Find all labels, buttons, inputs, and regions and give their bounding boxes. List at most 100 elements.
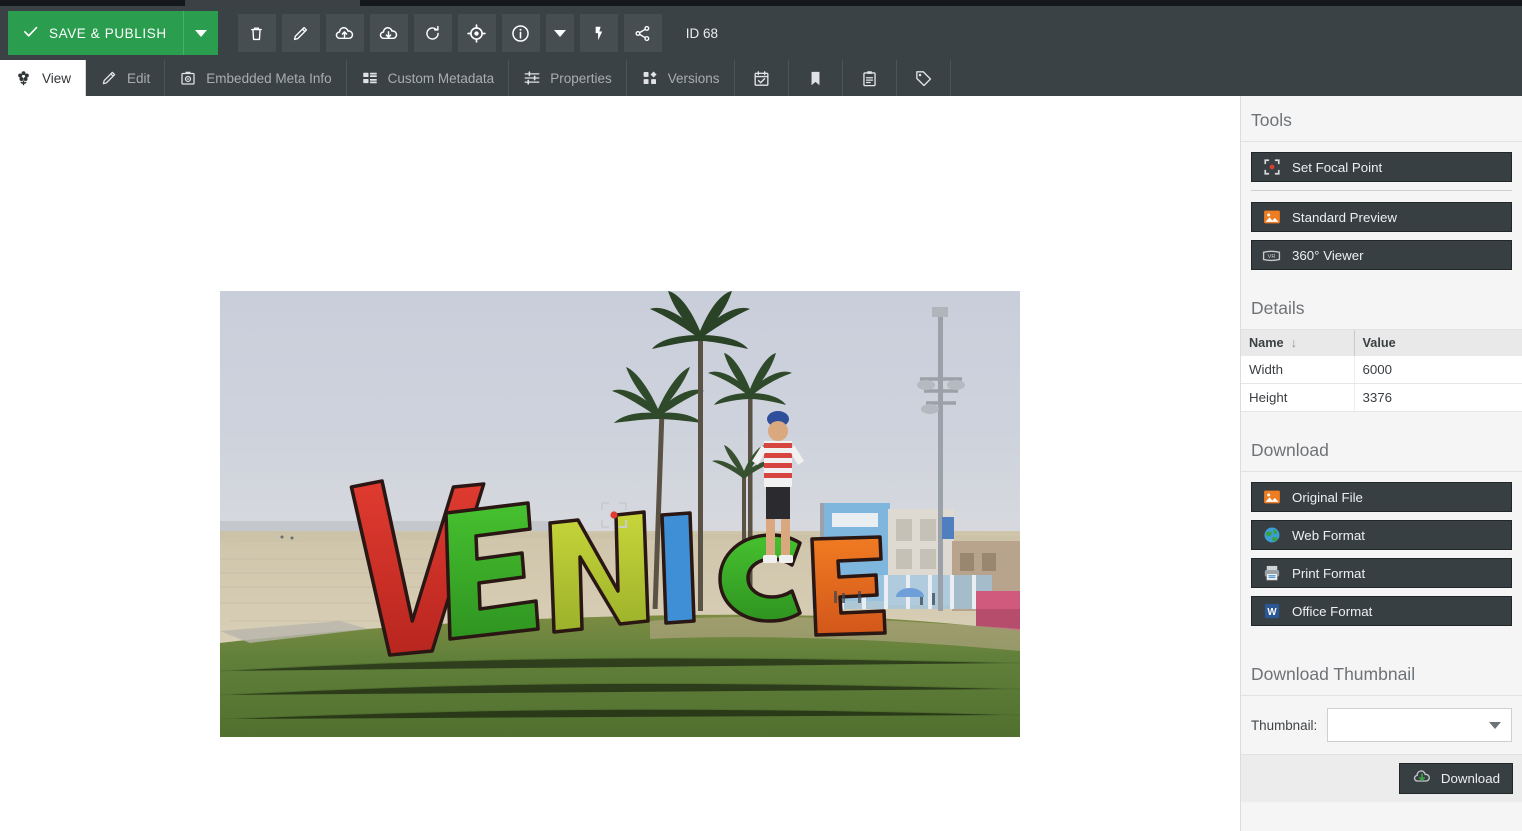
tools-section-title: Tools (1241, 96, 1522, 142)
vr-icon: VR (1262, 246, 1281, 265)
download-item-label: Web Format (1292, 527, 1365, 543)
save-publish-dropdown[interactable] (182, 11, 218, 55)
edit-button[interactable] (281, 14, 320, 52)
tab-label: Embedded Meta Info (206, 70, 332, 86)
custom-download-section-title: Custom Download (1241, 814, 1522, 831)
calendar-check-icon (752, 69, 771, 88)
tab-schedule[interactable] (735, 60, 789, 96)
pencil-icon (291, 24, 310, 43)
download-original-file-button[interactable]: Original File (1251, 482, 1512, 512)
upload-button[interactable] (325, 14, 364, 52)
thumbnail-field-label: Thumbnail: (1251, 717, 1318, 733)
cloud-upload-icon (334, 23, 355, 44)
details-col-value-label: Value (1362, 336, 1396, 350)
focal-point-button[interactable] (457, 14, 496, 52)
details-section-title: Details (1241, 284, 1522, 330)
cloud-download-icon (378, 23, 399, 44)
download-panel: Original File Web Format Print Format W … (1241, 472, 1522, 640)
details-table: Name ↓ Value Width 6000 Height 3376 (1241, 330, 1522, 412)
check-icon (22, 23, 39, 43)
image-orange-icon (1262, 488, 1281, 507)
details-col-value[interactable]: Value (1354, 330, 1522, 356)
tab-custom-metadata[interactable]: Custom Metadata (347, 60, 510, 96)
asset-preview[interactable] (220, 291, 1020, 737)
share-icon (633, 24, 652, 43)
flower-icon (14, 69, 33, 88)
camera-icon (179, 69, 197, 87)
details-col-name[interactable]: Name ↓ (1241, 330, 1355, 356)
viewer-360-label: 360° Viewer (1292, 247, 1364, 263)
asset-id-label: ID 68 (685, 25, 718, 41)
download-print-format-button[interactable]: Print Format (1251, 558, 1512, 588)
set-focal-point-label: Set Focal Point (1292, 159, 1383, 175)
download-office-format-button[interactable]: W Office Format (1251, 596, 1512, 626)
thumbnail-select[interactable] (1327, 708, 1512, 742)
svg-text:W: W (1267, 607, 1277, 618)
tab-notes[interactable] (843, 60, 897, 96)
save-publish-button[interactable]: SAVE & PUBLISH (8, 11, 183, 55)
preview-canvas (0, 96, 1240, 831)
globe-icon (1262, 526, 1281, 545)
download-section-title: Download (1241, 426, 1522, 472)
trash-icon (247, 24, 266, 43)
table-row: Height 3376 (1241, 383, 1522, 412)
detail-value: 3376 (1354, 383, 1522, 412)
tab-properties[interactable]: Properties (509, 60, 627, 96)
tab-versions[interactable]: Versions (627, 60, 735, 96)
svg-text:VR: VR (1267, 254, 1275, 260)
table-row: Width 6000 (1241, 356, 1522, 384)
download-thumbnail-button[interactable]: Download (1398, 763, 1513, 794)
cloud-download-green-icon (1412, 767, 1432, 790)
printer-icon (1262, 564, 1281, 583)
tab-label: Versions (667, 70, 720, 86)
info-button[interactable] (501, 14, 540, 52)
tab-edit[interactable]: Edit (86, 60, 166, 96)
save-publish-label: SAVE & PUBLISH (49, 25, 167, 41)
crosshair-icon (466, 23, 487, 44)
word-icon: W (1262, 602, 1281, 621)
download-item-label: Office Format (1292, 603, 1373, 619)
tab-bookmark[interactable] (789, 60, 843, 96)
asset-view-page: SAVE & PUBLISH ID 68 View Edit Embedded … (0, 0, 1522, 831)
download-web-format-button[interactable]: Web Format (1251, 520, 1512, 550)
reload-button[interactable] (413, 14, 452, 52)
asset-tab-bar: View Edit Embedded Meta Info Custom Meta… (0, 60, 1522, 96)
thumbnail-action-bar: Download (1241, 754, 1522, 802)
share-button[interactable] (623, 14, 662, 52)
chevron-down-icon (1489, 721, 1501, 729)
viewer-360-button[interactable]: VR 360° Viewer (1251, 240, 1512, 270)
tab-embedded-meta-info[interactable]: Embedded Meta Info (165, 60, 347, 96)
info-circle-icon (510, 23, 531, 44)
bookmark-icon (806, 69, 825, 88)
bolt-icon (589, 24, 608, 43)
save-publish-group: SAVE & PUBLISH (8, 11, 218, 55)
detail-name: Height (1241, 383, 1355, 412)
main-toolbar: SAVE & PUBLISH ID 68 (0, 6, 1522, 60)
sliders-icon (523, 69, 541, 87)
info-dropdown-button[interactable] (545, 14, 574, 52)
set-focal-point-button[interactable]: Set Focal Point (1251, 152, 1512, 182)
clipboard-list-icon (860, 69, 879, 88)
delete-button[interactable] (237, 14, 276, 52)
detail-name: Width (1241, 356, 1355, 384)
tab-label: Properties (550, 70, 612, 86)
tag-icon (914, 69, 933, 88)
refresh-icon (423, 24, 442, 43)
focal-point-icon (1262, 158, 1281, 177)
metadata-grid-icon (361, 69, 379, 87)
standard-preview-label: Standard Preview (1292, 209, 1397, 225)
chevron-down-icon (194, 29, 207, 37)
workflow-button[interactable] (579, 14, 618, 52)
tab-label: View (42, 70, 72, 86)
tab-label: Edit (127, 70, 151, 86)
standard-preview-button[interactable]: Standard Preview (1251, 202, 1512, 232)
detail-value: 6000 (1354, 356, 1522, 384)
tab-label: Custom Metadata (387, 70, 495, 86)
download-asset-button[interactable] (369, 14, 408, 52)
download-thumbnail-label: Download (1440, 771, 1500, 786)
pencil-icon (100, 69, 118, 87)
versions-grid-icon (641, 69, 659, 87)
tab-view[interactable]: View (0, 60, 87, 96)
tab-tags[interactable] (897, 60, 951, 96)
chevron-down-icon (553, 29, 566, 37)
